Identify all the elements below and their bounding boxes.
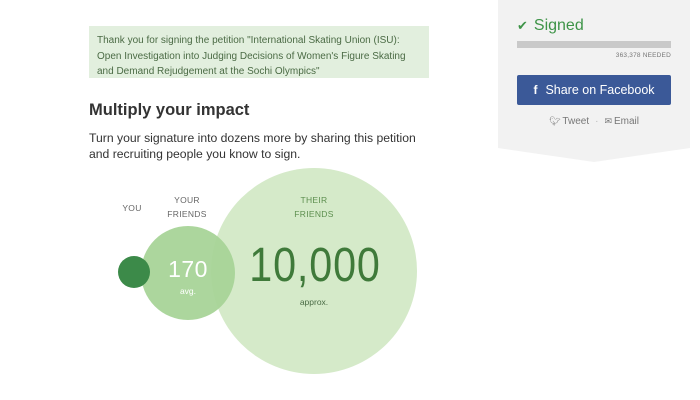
their-friends-count-note: approx. — [299, 297, 329, 307]
share-on-facebook-label: Share on Facebook — [545, 83, 655, 97]
tweet-link-label: Tweet — [562, 116, 590, 127]
you-label: YOU — [122, 203, 142, 213]
signatures-needed: 363,378 NEEDED — [615, 52, 671, 59]
signature-progress-bar — [517, 41, 671, 48]
impact-description: Turn your signature into dozens more by … — [89, 131, 416, 161]
friends-count: 170 — [168, 256, 208, 282]
share-on-facebook-button[interactable]: f Share on Facebook — [517, 75, 671, 105]
facebook-icon: f — [533, 83, 538, 97]
your-friends-label-line2: FRIENDS — [167, 209, 207, 219]
your-friends-label-line1: YOUR — [174, 195, 200, 205]
email-icon: ✉ — [604, 116, 612, 126]
their-friends-label-line1: THEIR — [300, 195, 328, 205]
signed-status-label: Signed — [533, 17, 584, 34]
twitter-icon: 🐦︎ — [548, 116, 561, 126]
signature-panel: ✔ Signed 363,378 NEEDED f Share on Facebo… — [498, 0, 690, 162]
you-circle — [118, 256, 150, 288]
their-friends-count: 10,000 — [249, 239, 381, 292]
email-link-label: Email — [614, 116, 640, 127]
check-icon: ✔ — [517, 18, 528, 33]
signed-notice: Thank you for signing the petition "Inte… — [89, 26, 429, 78]
tweet-link[interactable]: 🐦︎ Tweet — [549, 116, 589, 127]
signed-notice-text: Thank you for signing the petition "Inte… — [97, 35, 406, 77]
share-links: 🐦︎ Tweet · ✉ Email — [517, 116, 671, 127]
signed-status: ✔ Signed — [517, 17, 584, 35]
email-link[interactable]: ✉ Email — [604, 116, 639, 127]
impact-heading: Multiply your impact — [89, 101, 250, 119]
their-friends-label: THEIR FRIENDS — [286, 193, 342, 221]
their-friends-label-line2: FRIENDS — [294, 209, 334, 219]
share-separator: · — [595, 116, 599, 127]
friends-count-note: avg. — [179, 286, 197, 296]
your-friends-label: YOUR FRIENDS — [162, 193, 212, 221]
